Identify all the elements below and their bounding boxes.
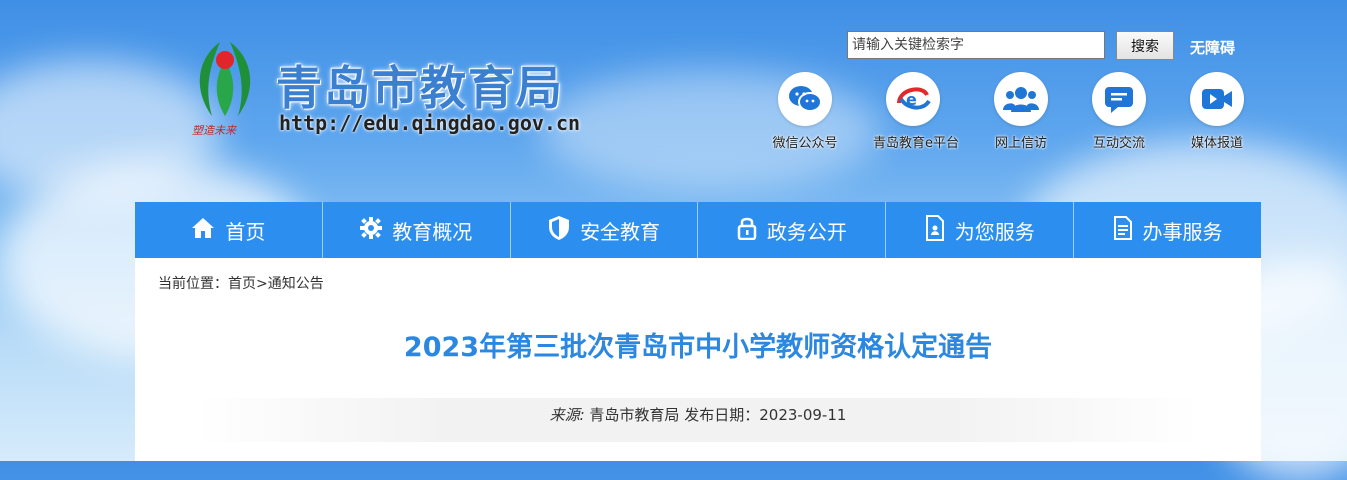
breadcrumb-current-link[interactable]: 通知公告 [268, 276, 324, 292]
quick-link-interaction[interactable]: 互动交流 [1079, 72, 1159, 151]
document-person-icon [925, 214, 945, 246]
nav-item-government[interactable]: 政务公开 [698, 202, 887, 258]
breadcrumb: 当前位置：首页>通知公告 [158, 273, 324, 293]
date-value: 2023-09-11 [759, 406, 847, 424]
message-icon [1092, 72, 1146, 126]
wechat-icon [778, 72, 832, 126]
main-nav: 首页 教育概况 安全教育 政务公开 为您服务 办事服务 [135, 202, 1261, 258]
nav-item-label: 首页 [225, 219, 266, 244]
accessibility-link[interactable]: 无障碍 [1190, 37, 1235, 58]
nav-item-service[interactable]: 为您服务 [886, 202, 1075, 258]
nav-item-label: 为您服务 [954, 219, 1035, 244]
quick-link-wechat[interactable]: 微信公众号 [765, 72, 845, 151]
site-header: 塑造未来 青岛市教育局 http://edu.qingdao.gov.cn 搜索… [0, 0, 1347, 200]
site-logo[interactable]: 塑造未来 [190, 38, 260, 143]
svg-text:e: e [906, 90, 917, 109]
nav-item-label: 政务公开 [766, 219, 847, 244]
shield-icon [548, 215, 570, 246]
date-label: 发布日期： [684, 406, 760, 424]
search-input[interactable] [847, 31, 1105, 59]
search-button[interactable]: 搜索 [1116, 31, 1174, 60]
lock-icon [737, 216, 757, 245]
users-icon [994, 72, 1048, 126]
nav-item-overview[interactable]: 教育概况 [323, 202, 511, 258]
quick-link-label: 微信公众号 [772, 136, 838, 151]
quick-link-label: 互动交流 [1092, 136, 1145, 151]
nav-item-safety[interactable]: 安全教育 [511, 202, 699, 258]
breadcrumb-prefix: 当前位置： [158, 276, 228, 292]
nav-item-label: 教育概况 [392, 219, 473, 244]
quick-link-e-platform[interactable]: e 青岛教育e平台 [873, 72, 959, 151]
site-url: http://edu.qingdao.gov.cn [279, 111, 581, 135]
quick-link-label: 媒体报道 [1190, 136, 1243, 151]
quick-link-label: 网上信访 [994, 136, 1047, 151]
nav-item-label: 安全教育 [580, 219, 661, 244]
home-icon [191, 217, 215, 244]
article-meta: 来源: 青岛市教育局 发布日期：2023-09-11 [195, 398, 1201, 442]
e-platform-icon: e [886, 72, 940, 126]
video-icon [1190, 72, 1244, 126]
logo-caption: 塑造未来 [192, 124, 237, 137]
quick-link-petition[interactable]: 网上信访 [981, 72, 1061, 151]
nav-item-affairs[interactable]: 办事服务 [1074, 202, 1261, 258]
source-value: 青岛市教育局 [589, 406, 680, 424]
breadcrumb-home-link[interactable]: 首页 [228, 276, 256, 292]
site-title: 青岛市教育局 [276, 61, 564, 115]
gear-icon [360, 216, 383, 244]
nav-item-label: 办事服务 [1142, 219, 1223, 244]
quick-link-media[interactable]: 媒体报道 [1177, 72, 1257, 151]
nav-item-home[interactable]: 首页 [135, 202, 323, 258]
document-icon [1113, 215, 1133, 245]
breadcrumb-separator: > [256, 276, 268, 292]
article-container: 当前位置：首页>通知公告 2023年第三批次青岛市中小学教师资格认定通告 来源:… [135, 258, 1261, 461]
source-label: 来源: [549, 406, 585, 424]
quick-link-label: 青岛教育e平台 [873, 136, 959, 151]
article-title: 2023年第三批次青岛市中小学教师资格认定通告 [403, 332, 993, 363]
